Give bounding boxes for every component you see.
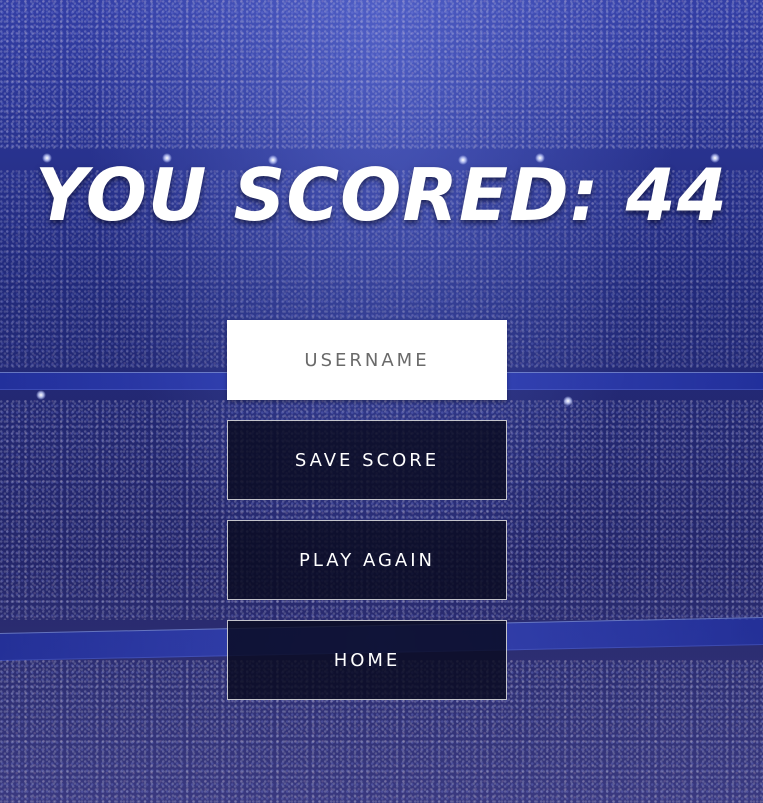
stadium-light-icon [36, 390, 46, 400]
save-score-button[interactable]: SAVE SCORE [227, 420, 507, 500]
crowd-upper [0, 0, 763, 150]
home-button[interactable]: HOME [227, 620, 507, 700]
username-input[interactable] [227, 320, 507, 400]
stadium-light-icon [563, 396, 573, 406]
play-again-button[interactable]: PLAY AGAIN [227, 520, 507, 600]
score-form: SAVE SCORE PLAY AGAIN HOME [227, 320, 507, 700]
score-heading: YOU SCORED: 44 [35, 153, 728, 237]
